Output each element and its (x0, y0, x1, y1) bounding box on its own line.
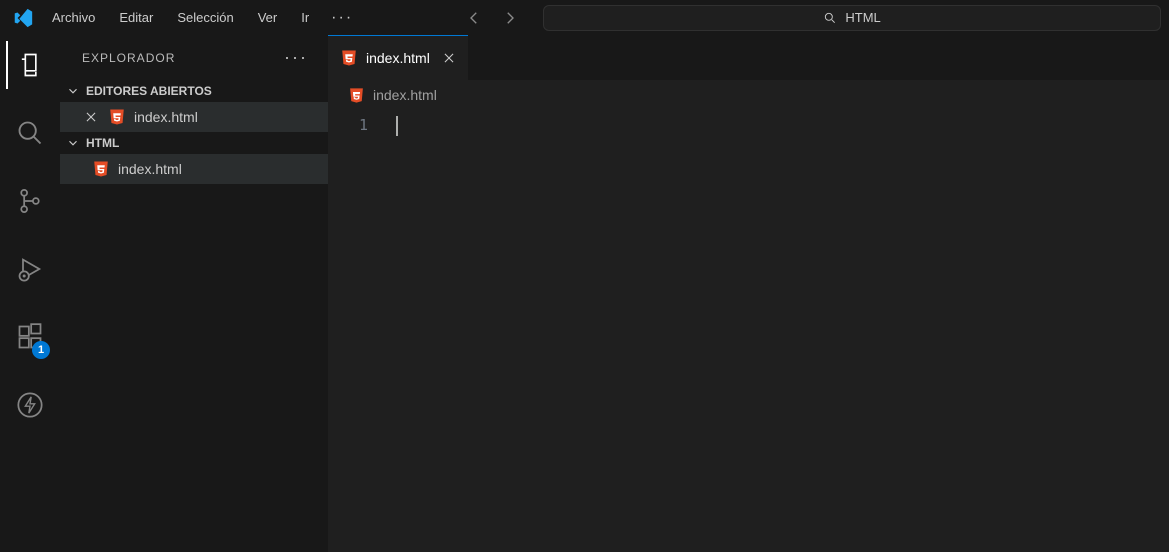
nav-back-icon[interactable] (465, 9, 483, 27)
menu-editar[interactable]: Editar (109, 6, 163, 29)
folder-file-item[interactable]: index.html (60, 154, 328, 184)
activity-debug-icon[interactable] (6, 249, 54, 289)
explorer-more-icon[interactable]: ··· (284, 47, 308, 68)
open-editors-section-header[interactable]: EDITORES ABIERTOS (60, 80, 328, 102)
editor-area: index.html index.html 1 (328, 35, 1169, 552)
line-number-gutter: 1 (328, 110, 396, 552)
code-content[interactable] (396, 110, 1169, 552)
html-file-icon (92, 160, 110, 178)
html-file-icon (108, 108, 126, 126)
breadcrumb[interactable]: index.html (328, 80, 1169, 110)
search-text: HTML (845, 10, 880, 25)
command-center-search[interactable]: HTML (543, 5, 1161, 31)
title-bar: Archivo Editar Selección Ver Ir ··· HTML (0, 0, 1169, 35)
menu-archivo[interactable]: Archivo (42, 6, 105, 29)
text-cursor (396, 116, 398, 136)
folder-label: HTML (86, 136, 119, 150)
activity-explorer-icon[interactable] (6, 45, 54, 85)
tab-label: index.html (366, 50, 430, 66)
editor-tab[interactable]: index.html (328, 35, 468, 80)
tab-bar: index.html (328, 35, 1169, 80)
activity-thunder-icon[interactable] (6, 385, 54, 425)
open-editors-label: EDITORES ABIERTOS (86, 84, 212, 98)
activity-extensions-icon[interactable]: 1 (6, 317, 54, 357)
open-editor-item[interactable]: index.html (60, 102, 328, 132)
menu-ver[interactable]: Ver (248, 6, 288, 29)
search-icon (823, 11, 837, 25)
activity-bar: 1 (0, 35, 60, 552)
explorer-sidebar: EXPLORADOR ··· EDITORES ABIERTOS index.h… (60, 35, 328, 552)
folder-section-header[interactable]: HTML (60, 132, 328, 154)
extensions-badge: 1 (32, 341, 50, 359)
breadcrumb-label: index.html (373, 87, 437, 103)
menu-seleccion[interactable]: Selección (167, 6, 243, 29)
activity-search-icon[interactable] (6, 113, 54, 153)
activity-source-control-icon[interactable] (6, 181, 54, 221)
tab-close-icon[interactable] (442, 51, 456, 65)
html-file-icon (348, 87, 365, 104)
menu-ir[interactable]: Ir (291, 6, 319, 29)
editor-body[interactable]: 1 (328, 110, 1169, 552)
menu-overflow-icon[interactable]: ··· (323, 5, 361, 31)
line-number: 1 (328, 116, 368, 134)
open-editor-filename: index.html (134, 109, 198, 125)
chevron-down-icon (66, 136, 80, 150)
html-file-icon (340, 49, 358, 67)
close-editor-icon[interactable] (84, 110, 100, 124)
nav-forward-icon[interactable] (501, 9, 519, 27)
chevron-down-icon (66, 84, 80, 98)
explorer-title: EXPLORADOR (82, 51, 175, 65)
folder-file-name: index.html (118, 161, 182, 177)
vscode-logo-icon (8, 7, 38, 29)
